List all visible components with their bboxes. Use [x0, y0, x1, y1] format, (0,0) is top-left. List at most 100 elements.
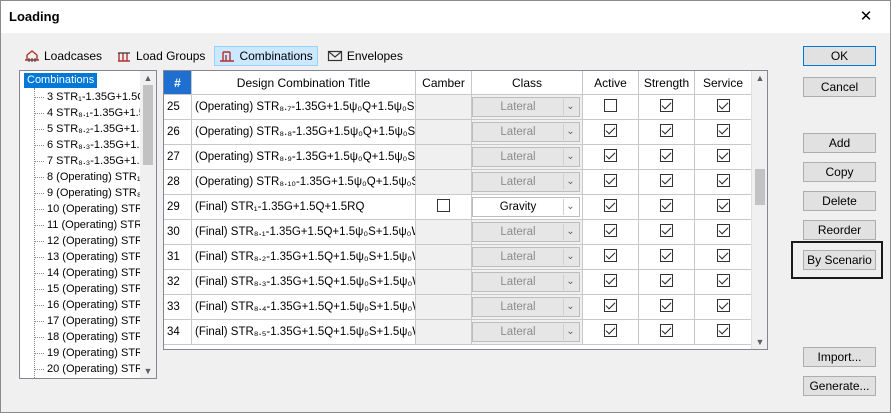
table-row[interactable]: 32 (Final) STR₈.₃-1.35G+1.5Q+1.5ψ₀S+1.5ψ₀… [164, 270, 752, 295]
strength-checkbox[interactable] [660, 274, 673, 288]
row-service[interactable] [695, 145, 752, 170]
active-checkbox[interactable] [604, 99, 617, 113]
row-title[interactable]: (Final) STR₈.₂-1.35G+1.5Q+1.5ψ₀S+1.5ψ₀W+… [192, 245, 416, 270]
combinations-tree[interactable]: Combinations 3 STR₁-1.35G+1.5Q 4 STR₈.₁-1… [19, 70, 157, 379]
combinations-grid[interactable]: # Design Combination Title Camber Class … [163, 70, 768, 350]
row-service[interactable] [695, 120, 752, 145]
chevron-down-icon[interactable]: ⌄ [563, 274, 577, 290]
row-class[interactable]: Lateral ⌄ [472, 220, 583, 245]
strength-checkbox[interactable] [660, 149, 673, 163]
service-checkbox[interactable] [716, 274, 730, 288]
table-row[interactable]: 25 (Operating) STR₈.₇-1.35G+1.5ψ₀Q+1.5ψ₀S… [164, 95, 752, 120]
row-camber[interactable] [416, 195, 472, 220]
active-checkbox[interactable] [604, 299, 617, 313]
row-class[interactable]: Lateral ⌄ [472, 170, 583, 195]
tree-item[interactable]: 14 (Operating) STR [20, 265, 140, 281]
delete-button[interactable]: Delete [803, 191, 876, 211]
strength-checkbox[interactable] [660, 324, 673, 338]
row-title[interactable]: (Operating) STR₈.₁₀-1.35G+1.5ψ₀Q+1.5ψ₀S+… [192, 170, 416, 195]
row-strength[interactable] [639, 95, 695, 120]
row-strength[interactable] [639, 195, 695, 220]
chevron-down-icon[interactable]: ▼ [752, 335, 767, 349]
tree-root-combinations[interactable]: Combinations [24, 73, 98, 88]
grid-scroll-thumb[interactable] [755, 169, 765, 205]
table-row[interactable]: 27 (Operating) STR₈.₉-1.35G+1.5ψ₀Q+1.5ψ₀S… [164, 145, 752, 170]
class-dropdown[interactable]: Lateral ⌄ [472, 122, 580, 142]
row-active[interactable] [583, 320, 639, 345]
service-checkbox[interactable] [716, 174, 730, 188]
chevron-down-icon[interactable]: ▼ [140, 364, 156, 378]
table-row[interactable]: 28 (Operating) STR₈.₁₀-1.35G+1.5ψ₀Q+1.5ψ₀… [164, 170, 752, 195]
row-strength[interactable] [639, 145, 695, 170]
row-class[interactable]: Lateral ⌄ [472, 270, 583, 295]
class-dropdown[interactable]: Lateral ⌄ [472, 322, 580, 342]
strength-checkbox[interactable] [660, 249, 673, 263]
chevron-down-icon[interactable]: ⌄ [563, 124, 577, 140]
row-active[interactable] [583, 220, 639, 245]
tree-item[interactable]: 20 (Operating) STR [20, 361, 140, 377]
row-class[interactable]: Gravity ⌄ [472, 195, 583, 220]
chevron-down-icon[interactable]: ⌄ [563, 174, 577, 190]
active-checkbox[interactable] [604, 224, 617, 238]
row-service[interactable] [695, 170, 752, 195]
row-strength[interactable] [639, 320, 695, 345]
service-checkbox[interactable] [716, 249, 730, 263]
service-checkbox[interactable] [716, 124, 730, 138]
class-dropdown[interactable]: Lateral ⌄ [472, 247, 580, 267]
cancel-button[interactable]: Cancel [803, 77, 876, 97]
class-dropdown[interactable]: Lateral ⌄ [472, 147, 580, 167]
class-dropdown[interactable]: Gravity ⌄ [472, 197, 580, 217]
chevron-down-icon[interactable]: ⌄ [563, 224, 577, 240]
chevron-down-icon[interactable]: ⌄ [563, 199, 577, 215]
tree-item[interactable]: 10 (Operating) STR [20, 201, 140, 217]
header-active[interactable]: Active [583, 71, 639, 95]
tab-load-groups[interactable]: Load Groups [111, 46, 210, 66]
row-service[interactable] [695, 270, 752, 295]
row-title[interactable]: (Operating) STR₈.₉-1.35G+1.5ψ₀Q+1.5ψ₀S+1… [192, 145, 416, 170]
tree-item[interactable]: 3 STR₁-1.35G+1.5Q [20, 89, 140, 105]
class-dropdown[interactable]: Lateral ⌄ [472, 97, 580, 117]
header-number[interactable]: # [164, 71, 192, 95]
header-title[interactable]: Design Combination Title [192, 71, 416, 95]
chevron-down-icon[interactable]: ⌄ [563, 99, 577, 115]
row-active[interactable] [583, 170, 639, 195]
row-class[interactable]: Lateral ⌄ [472, 95, 583, 120]
row-active[interactable] [583, 195, 639, 220]
row-title[interactable]: (Final) STR₈.₄-1.35G+1.5Q+1.5ψ₀S+1.5ψ₀W+… [192, 295, 416, 320]
chevron-down-icon[interactable]: ⌄ [563, 249, 577, 265]
strength-checkbox[interactable] [660, 99, 673, 113]
header-class[interactable]: Class [472, 71, 583, 95]
table-row[interactable]: 30 (Final) STR₈.₁-1.35G+1.5Q+1.5ψ₀S+1.5ψ₀… [164, 220, 752, 245]
active-checkbox[interactable] [604, 149, 617, 163]
chevron-down-icon[interactable]: ⌄ [563, 299, 577, 315]
reorder-button[interactable]: Reorder [803, 220, 876, 240]
active-checkbox[interactable] [604, 249, 617, 263]
ok-button[interactable]: OK [803, 46, 876, 66]
tree-item[interactable]: 8 (Operating) STR₁- [20, 169, 140, 185]
row-service[interactable] [695, 220, 752, 245]
service-checkbox[interactable] [716, 99, 730, 113]
add-button[interactable]: Add [803, 133, 876, 153]
grid-scrollbar[interactable]: ▲ ▼ [751, 71, 767, 349]
tree-item[interactable]: 15 (Operating) STR [20, 281, 140, 297]
row-strength[interactable] [639, 170, 695, 195]
generate-button[interactable]: Generate... [803, 376, 876, 396]
active-checkbox[interactable] [604, 324, 617, 338]
chevron-up-icon[interactable]: ▲ [140, 71, 156, 85]
tree-item[interactable]: 7 STR₈.₃-1.35G+1.5 [20, 153, 140, 169]
copy-button[interactable]: Copy [803, 162, 876, 182]
row-service[interactable] [695, 95, 752, 120]
tab-combinations[interactable]: Combinations [214, 46, 318, 66]
row-class[interactable]: Lateral ⌄ [472, 120, 583, 145]
close-icon[interactable]: ✕ [853, 5, 879, 29]
class-dropdown[interactable]: Lateral ⌄ [472, 172, 580, 192]
row-class[interactable]: Lateral ⌄ [472, 295, 583, 320]
table-row[interactable]: 34 (Final) STR₈.₅-1.35G+1.5Q+1.5ψ₀S+1.5ψ₀… [164, 320, 752, 345]
row-strength[interactable] [639, 220, 695, 245]
tree-item[interactable]: 12 (Operating) STR [20, 233, 140, 249]
row-strength[interactable] [639, 245, 695, 270]
table-row[interactable]: 29 (Final) STR₁-1.35G+1.5Q+1.5RQ Gravity ⌄ [164, 195, 752, 220]
row-active[interactable] [583, 245, 639, 270]
tree-item[interactable]: 16 (Operating) STR [20, 297, 140, 313]
row-active[interactable] [583, 295, 639, 320]
